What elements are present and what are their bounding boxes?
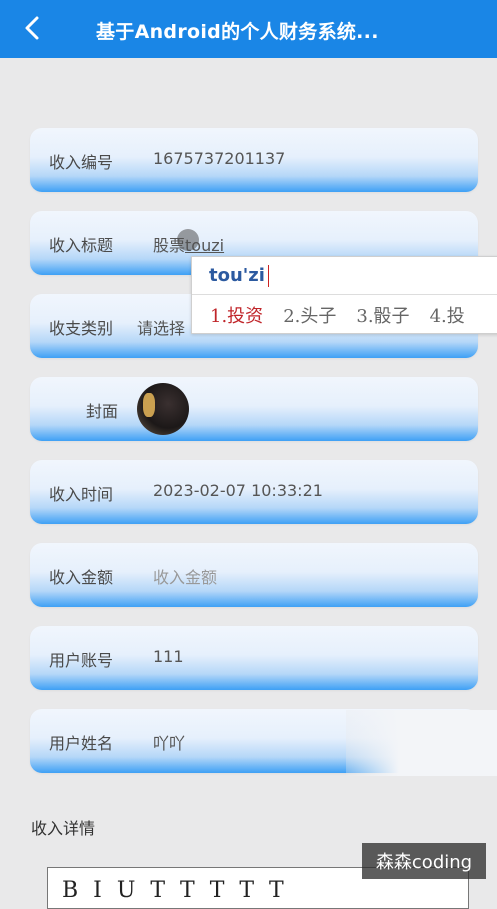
cover-image[interactable]	[137, 383, 189, 435]
back-button[interactable]	[18, 13, 46, 43]
touch-indicator	[177, 229, 199, 251]
ime-pinyin: tou'zi	[209, 265, 265, 286]
ime-candidate[interactable]: 2.头子	[283, 306, 336, 327]
cover-row[interactable]: 封面	[30, 377, 478, 441]
income-id-field[interactable]: 1675737201137	[153, 149, 285, 168]
field-label: 收入时间	[49, 485, 114, 504]
income-amount-row[interactable]: 收入金额 收入金额	[30, 543, 478, 607]
ime-candidates: 1.投资 2.头子 3.骰子 4.投	[210, 302, 485, 328]
user-name-field[interactable]: 吖吖	[153, 730, 185, 754]
page-title: 基于Android的个人财务系统...	[96, 21, 379, 43]
overlay-fade	[346, 710, 497, 776]
field-label: 收入编号	[49, 153, 114, 172]
field-label: 用户姓名	[49, 734, 114, 753]
ime-candidate[interactable]: 1.投资	[210, 306, 263, 327]
income-id-row[interactable]: 收入编号 1675737201137	[30, 128, 478, 192]
income-time-row[interactable]: 收入时间 2023-02-07 10:33:21	[30, 460, 478, 524]
user-account-row[interactable]: 用户账号 111	[30, 626, 478, 690]
field-label: 封面	[86, 402, 119, 421]
ime-candidate[interactable]: 4.投	[430, 306, 465, 327]
income-amount-input[interactable]: 收入金额	[153, 564, 217, 588]
top-app-bar: 基于Android的个人财务系统...	[0, 0, 497, 58]
divider	[192, 294, 497, 295]
field-label: 收入金额	[49, 568, 114, 587]
ime-candidate[interactable]: 3.骰子	[356, 306, 409, 327]
ime-caret	[268, 265, 269, 287]
watermark: 森森coding	[362, 843, 486, 879]
user-account-field[interactable]: 111	[153, 647, 184, 666]
field-label: 用户账号	[49, 651, 114, 670]
ime-candidate-popup: tou'zi 1.投资 2.头子 3.骰子 4.投	[191, 256, 497, 334]
category-select[interactable]: 请选择	[137, 315, 185, 339]
income-time-field[interactable]: 2023-02-07 10:33:21	[153, 481, 323, 500]
editor-toolbar[interactable]: B I U T T T T T	[62, 878, 288, 903]
details-label: 收入详情	[31, 819, 96, 838]
field-label: 收支类别	[49, 319, 114, 338]
chevron-left-icon	[25, 16, 39, 40]
field-label: 收入标题	[49, 236, 114, 255]
